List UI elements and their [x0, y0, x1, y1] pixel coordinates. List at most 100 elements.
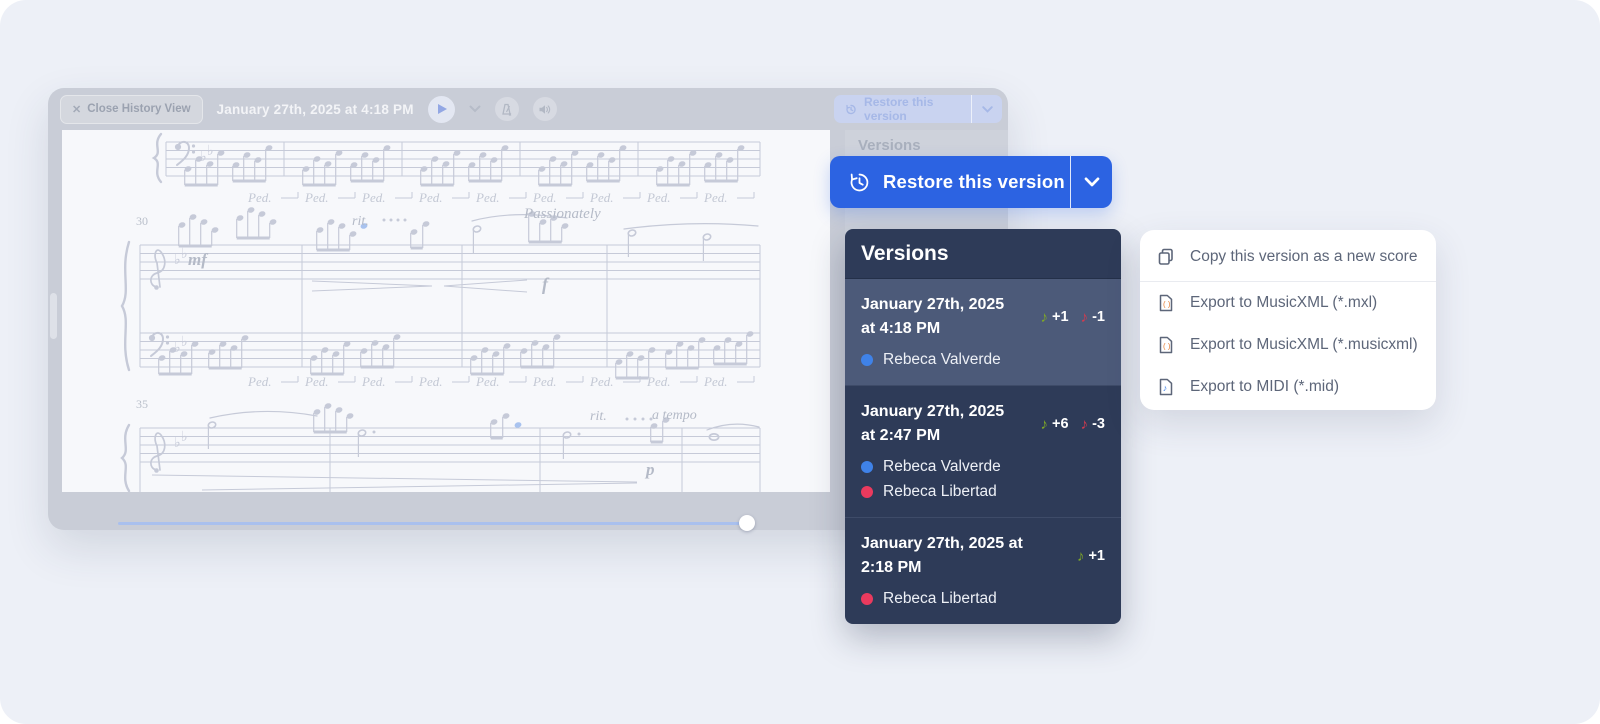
collaborator-row: Rebeca Libertad: [861, 483, 1107, 501]
svg-text:Ped.: Ped.: [646, 374, 670, 389]
metronome-toggle-button[interactable]: [494, 97, 519, 121]
svg-text:Ped.: Ped.: [646, 190, 670, 205]
svg-text:Ped.: Ped.: [361, 190, 385, 205]
svg-text:Ped.: Ped.: [532, 374, 556, 389]
playback-progress-handle[interactable]: [739, 515, 755, 531]
music-note-icon: ♪: [1040, 415, 1049, 433]
menu-item[interactable]: () Export to MusicXML (*.musicxml): [1140, 324, 1436, 366]
version-collaborators: Rebeca Valverde Rebeca Libertad: [861, 458, 1107, 501]
music-note-icon: ♪: [1076, 547, 1085, 565]
menu-item-label: Export to MusicXML (*.musicxml): [1190, 336, 1418, 353]
svg-text:Ped.: Ped.: [418, 374, 442, 389]
svg-text:Ped.: Ped.: [247, 374, 271, 389]
musicxml-file-icon: (): [1156, 335, 1176, 355]
play-icon: [437, 104, 447, 114]
svg-text:Ped.: Ped.: [475, 374, 499, 389]
svg-text:♪: ♪: [1163, 383, 1168, 393]
svg-text:Ped.: Ped.: [532, 190, 556, 205]
collaborator-row: Rebeca Libertad: [861, 590, 1107, 608]
versions-panel: Versions January 27th, 2025 at 4:18 PM ♪…: [845, 229, 1121, 624]
svg-text:Ped.: Ped.: [418, 190, 442, 205]
version-change-badges: ♪ +1 ♪ -1: [1041, 309, 1107, 325]
restore-history-icon: [850, 173, 869, 191]
collaborator-row: Rebeca Valverde: [861, 458, 1107, 476]
midi-file-icon: ♪: [1156, 377, 1176, 397]
restore-this-version-button[interactable]: Restore this version: [830, 156, 1112, 208]
menu-item-label: Export to MusicXML (*.mxl): [1190, 294, 1378, 311]
collaborator-row: Rebeca Valverde: [861, 351, 1107, 369]
dynamic-mf: mf: [188, 250, 207, 269]
restore-options-chevron-button[interactable]: [1071, 156, 1112, 208]
version-collaborators: Rebeca Libertad: [861, 590, 1107, 608]
notes-removed-badge: ♪ -1: [1081, 309, 1105, 325]
svg-text:Ped.: Ped.: [589, 190, 613, 205]
version-change-badges: ♪ +6 ♪ -3: [1041, 416, 1107, 432]
svg-text:Ped.: Ped.: [589, 374, 613, 389]
svg-text:♭: ♭: [200, 148, 207, 164]
playback-chevron-down-icon[interactable]: [469, 105, 481, 113]
play-button[interactable]: [427, 95, 455, 123]
versions-sidebar-heading: Versions: [858, 137, 921, 154]
version-date-line2: at 2:47 PM: [861, 427, 941, 444]
version-item[interactable]: January 27th, 2025 at 2:18 PM ♪ +1 Rebeca…: [845, 517, 1121, 624]
notes-added-badge: ♪ +6: [1041, 416, 1069, 432]
volume-button[interactable]: [532, 97, 557, 121]
note-count: -3: [1092, 416, 1105, 432]
history-toolbar: ✕ Close History View January 27th, 2025 …: [48, 88, 1008, 130]
versions-panel-title: Versions: [861, 241, 949, 265]
version-date-line1: January 27th, 2025: [861, 403, 1005, 420]
menu-item[interactable]: () Export to MusicXML (*.mxl): [1140, 282, 1436, 324]
versions-panel-header: Versions: [845, 229, 1121, 279]
restore-options-chevron-icon[interactable]: [972, 105, 1002, 113]
note-count: +1: [1052, 309, 1069, 325]
current-version-title: January 27th, 2025 at 4:18 PM: [216, 101, 414, 117]
svg-text:(): (): [1162, 343, 1171, 351]
collaborator-name: Rebeca Libertad: [883, 483, 997, 500]
chevron-down-icon: [1084, 177, 1099, 187]
music-note-icon: ♪: [1080, 415, 1089, 433]
musicxml-file-icon: (): [1156, 293, 1176, 313]
svg-text:♭: ♭: [207, 142, 214, 158]
svg-text:Ped.: Ped.: [361, 374, 385, 389]
svg-text:♭: ♭: [181, 333, 188, 349]
version-date-line1: January 27th, 2025 at: [861, 535, 1023, 552]
menu-item[interactable]: Copy this version as a new score: [1140, 232, 1436, 281]
version-change-badges: ♪ +1: [1077, 548, 1107, 564]
svg-text:Ped.: Ped.: [475, 190, 499, 205]
close-history-view-button[interactable]: ✕ Close History View: [60, 94, 203, 124]
dynamic-p: p: [646, 460, 655, 479]
rit-marking: rit.: [352, 214, 369, 229]
vertical-scrollbar-thumb[interactable]: [50, 293, 57, 339]
svg-text:Ped.: Ped.: [247, 190, 271, 205]
version-item[interactable]: January 27th, 2025 at 2:47 PM ♪ +6 ♪ -3 Reb…: [845, 385, 1121, 517]
dynamic-f: f: [542, 274, 548, 294]
version-date-line2: 2:18 PM: [861, 559, 922, 576]
version-item[interactable]: January 27th, 2025 at 4:18 PM ♪ +1 ♪ -1 Reb…: [845, 279, 1121, 385]
collaborator-name: Rebeca Valverde: [883, 351, 1001, 368]
menu-item[interactable]: ♪ Export to MIDI (*.mid): [1140, 366, 1436, 408]
version-date-line2: at 4:18 PM: [861, 320, 941, 337]
collaborator-dot: [861, 354, 873, 366]
note-count: -1: [1092, 309, 1105, 325]
versions-list: January 27th, 2025 at 4:18 PM ♪ +1 ♪ -1 Reb…: [845, 279, 1121, 624]
score-notation: ♭ ♭Ped. Ped. Ped. Ped. Ped. Ped. Ped. Ped. Ped.♭ ♭…: [120, 132, 761, 492]
sheet-music-page: ♭ ♭ Ped. Ped. Ped. Ped. Ped. Ped. Ped. Ped. Ped. ♭ ♭…: [62, 130, 830, 492]
restore-this-version-button-faded[interactable]: Restore this version: [834, 95, 1002, 123]
note-count: +1: [1088, 548, 1105, 564]
music-note-icon: ♪: [1040, 308, 1049, 326]
history-view-screen: ✕ Close History View January 27th, 2025 …: [0, 0, 1600, 724]
playback-progress-bar[interactable]: [118, 522, 747, 525]
collaborator-dot: [861, 461, 873, 473]
copy-icon: [1156, 247, 1176, 267]
collaborator-dot: [861, 486, 873, 498]
svg-text:Ped.: Ped.: [304, 190, 328, 205]
svg-text:♭: ♭: [174, 434, 181, 450]
music-note-icon: ♪: [1080, 308, 1089, 326]
measure-number: 35: [136, 397, 148, 411]
a-tempo-marking: a tempo: [652, 408, 697, 423]
speaker-icon: [539, 104, 551, 114]
version-collaborators: Rebeca Valverde: [861, 351, 1107, 369]
svg-text:(): (): [1162, 301, 1171, 309]
passionately-marking: Passionately: [524, 206, 601, 222]
close-icon: ✕: [72, 103, 82, 116]
